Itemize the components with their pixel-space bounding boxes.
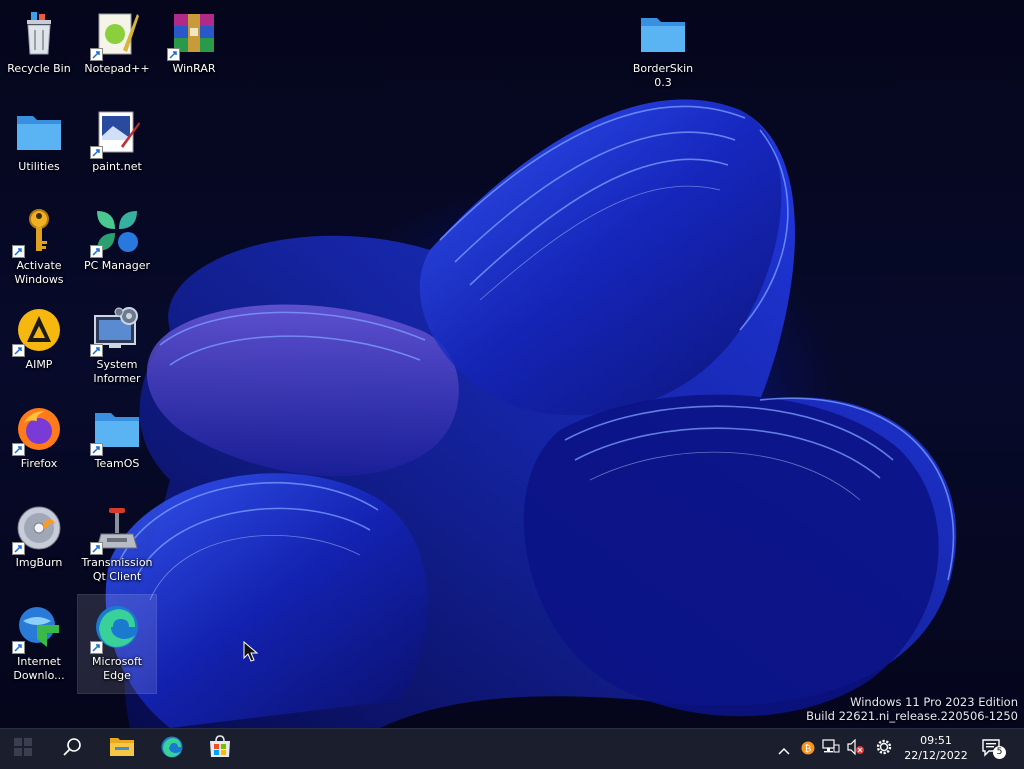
- paint-net-icon: [90, 108, 141, 159]
- gear-icon: [875, 738, 893, 760]
- key-icon: [12, 207, 63, 258]
- desktop-icon-label: ImgBurn: [15, 556, 63, 569]
- chevron-up-icon: [778, 740, 790, 759]
- shortcut-arrow-icon: [90, 443, 103, 456]
- windows-edition-watermark: Windows 11 Pro 2023 Edition Build 22621.…: [806, 695, 1018, 723]
- transmission-icon: [90, 504, 141, 555]
- desktop-icon-label: Recycle Bin: [7, 62, 71, 75]
- shortcut-arrow-icon: [12, 344, 25, 357]
- folder-icon: [90, 405, 141, 456]
- desktop-icon-label: Microsoft Edge: [91, 655, 143, 682]
- desktop-icon-activate-windows[interactable]: Activate Windows: [0, 199, 78, 297]
- shortcut-arrow-icon: [167, 48, 180, 61]
- tray-settings-button[interactable]: [872, 737, 896, 761]
- desktop-icon-microsoft-edge[interactable]: Microsoft Edge: [77, 594, 157, 694]
- desktop-icon-label: Activate Windows: [14, 259, 64, 286]
- desktop-icon-label: System Informer: [93, 358, 141, 385]
- folder-icon: [15, 108, 63, 156]
- file-explorer-icon: [109, 736, 135, 762]
- desktop-icon-pc-manager[interactable]: PC Manager: [78, 199, 156, 297]
- desktop-icon-notepad-plus-plus[interactable]: Notepad++: [78, 2, 156, 100]
- shortcut-arrow-icon: [12, 443, 25, 456]
- mouse-cursor-icon: [243, 640, 259, 667]
- notification-icon: 5: [982, 739, 1006, 759]
- search-button[interactable]: [55, 733, 89, 765]
- clock-time: 09:51: [920, 734, 952, 747]
- volume-muted-icon: [847, 738, 865, 759]
- desktop-icon-imgburn[interactable]: ImgBurn: [0, 496, 78, 594]
- desktop-icon-label: AIMP: [25, 358, 53, 371]
- shortcut-arrow-icon: [90, 146, 103, 159]
- shortcut-arrow-icon: [90, 344, 103, 357]
- shortcut-arrow-icon: [90, 48, 103, 61]
- clock-date: 22/12/2022: [904, 749, 968, 762]
- svg-text:₿: ₿: [805, 743, 812, 754]
- imgburn-icon: [12, 504, 63, 555]
- desktop-icon-label: BorderSkin 0.3: [632, 62, 694, 89]
- firefox-icon: [12, 405, 63, 456]
- desktop-icon-label: WinRAR: [172, 62, 216, 75]
- desktop-icon-paint-net[interactable]: paint.net: [78, 100, 156, 198]
- search-icon: [62, 737, 82, 761]
- notification-count-badge: 5: [993, 746, 1006, 759]
- aimp-icon: [12, 306, 63, 357]
- folder-icon: [639, 10, 687, 58]
- shortcut-arrow-icon: [90, 641, 103, 654]
- desktop-icon-label: Internet Downlo...: [13, 655, 65, 682]
- file-explorer-button[interactable]: [105, 733, 139, 765]
- recycle-bin-icon: [15, 10, 63, 58]
- desktop-icon-winrar[interactable]: WinRAR: [155, 2, 233, 100]
- desktop-icon-label: Utilities: [18, 160, 60, 173]
- edge-icon: [90, 603, 141, 654]
- start-icon: [14, 738, 32, 760]
- notification-center-button[interactable]: 5: [980, 737, 1008, 761]
- tray-network-button[interactable]: [820, 737, 842, 761]
- desktop-icon-borderskin[interactable]: BorderSkin 0.3: [624, 2, 702, 100]
- desktop-icon-label: Transmission Qt Client: [81, 556, 153, 583]
- watermark-edition: Windows 11 Pro 2023 Edition: [850, 695, 1018, 709]
- shortcut-arrow-icon: [12, 641, 25, 654]
- winrar-icon: [167, 10, 218, 61]
- tray-volume-button[interactable]: [845, 737, 867, 761]
- desktop-icon-label: paint.net: [92, 160, 142, 173]
- watermark-build: Build 22621.ni_release.220506-1250: [806, 709, 1018, 723]
- taskbar: ₿ 5: [0, 728, 1024, 769]
- internet-download-manager-icon: [12, 603, 63, 654]
- tray-overflow-button[interactable]: [774, 737, 794, 761]
- tray-bitcoin-app[interactable]: ₿: [798, 737, 818, 761]
- desktop-icon-firefox[interactable]: Firefox: [0, 397, 78, 495]
- notepad-plus-plus-icon: [90, 10, 141, 61]
- shortcut-arrow-icon: [90, 542, 103, 555]
- desktop-icon-internet-download-manager[interactable]: Internet Downlo...: [0, 595, 78, 693]
- desktop-icon-aimp[interactable]: AIMP: [0, 298, 78, 396]
- microsoft-store-icon: [208, 735, 232, 763]
- system-informer-icon: [90, 306, 141, 357]
- desktop-icon-teamos[interactable]: TeamOS: [78, 397, 156, 495]
- desktop-icon-label: PC Manager: [83, 259, 151, 272]
- desktop-icon-label: Notepad++: [84, 62, 150, 75]
- desktop-icon-recycle-bin[interactable]: Recycle Bin: [0, 2, 78, 100]
- desktop-icon-label: TeamOS: [94, 457, 140, 470]
- desktop-icon-label: Firefox: [20, 457, 58, 470]
- desktop-icon-utilities[interactable]: Utilities: [0, 100, 78, 198]
- microsoft-store-button[interactable]: [203, 733, 237, 765]
- bitcoin-icon: ₿: [801, 740, 815, 759]
- edge-icon: [160, 735, 184, 763]
- edge-taskbar-button[interactable]: [155, 733, 189, 765]
- desktop-icon-transmission[interactable]: Transmission Qt Client: [78, 496, 156, 594]
- shortcut-arrow-icon: [90, 245, 103, 258]
- pc-manager-icon: [90, 207, 141, 258]
- start-button[interactable]: [6, 733, 40, 765]
- shortcut-arrow-icon: [12, 542, 25, 555]
- network-icon: [822, 739, 840, 759]
- desktop-icon-system-informer[interactable]: System Informer: [78, 298, 156, 396]
- taskbar-clock[interactable]: 09:51 22/12/2022: [900, 733, 972, 763]
- shortcut-arrow-icon: [12, 245, 25, 258]
